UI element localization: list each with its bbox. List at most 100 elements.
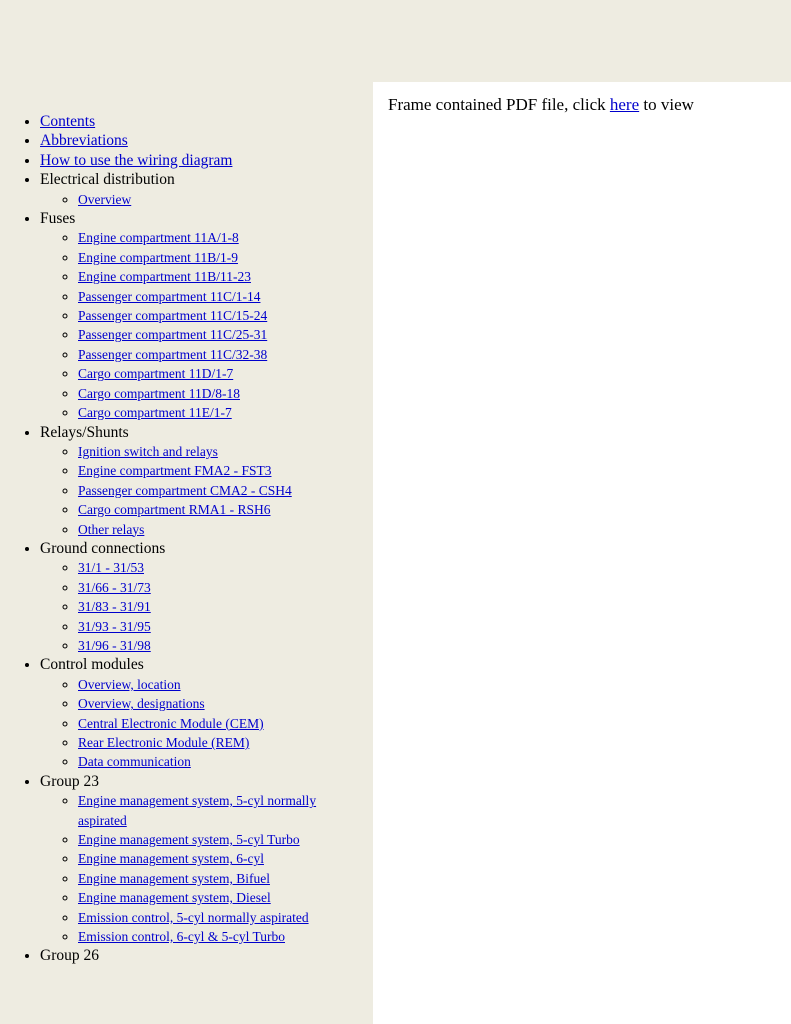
nav-subitem-31-83-31-91[interactable]: 31/83 - 31/91 — [78, 597, 365, 616]
nav-subitem-engine-management-system-5-cyl-normally-aspirated[interactable]: Engine management system, 5-cyl normally… — [78, 791, 365, 830]
nav-subitem-other-relays[interactable]: Other relays — [78, 520, 365, 539]
nav-item-label: Control modules — [40, 656, 144, 674]
nav-subitem-label[interactable]: Overview, location — [78, 677, 181, 692]
pdf-view-link[interactable]: here — [610, 95, 639, 114]
nav-subitem-emission-control-6-cyl-5-cyl-turbo[interactable]: Emission control, 6-cyl & 5-cyl Turbo — [78, 927, 365, 946]
nav-subitem-engine-compartment-11b-11-23[interactable]: Engine compartment 11B/11-23 — [78, 267, 365, 286]
nav-item-label: Fuses — [40, 210, 76, 228]
nav-subitem-engine-management-system-bifuel[interactable]: Engine management system, Bifuel — [78, 869, 365, 888]
nav-subitem-label[interactable]: Engine management system, Bifuel — [78, 871, 270, 886]
nav-subitem-passenger-compartment-11c-1-14[interactable]: Passenger compartment 11C/1-14 — [78, 287, 365, 306]
nav-subitem-engine-compartment-11a-1-8[interactable]: Engine compartment 11A/1-8 — [78, 228, 365, 247]
nav-subitem-label[interactable]: Cargo compartment 11E/1-7 — [78, 405, 232, 420]
nav-subitem-label[interactable]: 31/83 - 31/91 — [78, 599, 151, 614]
nav-item-group-26: Group 26 — [40, 946, 365, 965]
nav-subitem-label[interactable]: Cargo compartment 11D/8-18 — [78, 386, 240, 401]
nav-subitem-rear-electronic-module-rem[interactable]: Rear Electronic Module (REM) — [78, 733, 365, 752]
nav-subitem-engine-compartment-fma2-fst3[interactable]: Engine compartment FMA2 - FST3 — [78, 461, 365, 480]
nav-item-ground-connections: Ground connections 31/1 - 31/53 31/66 - 31… — [40, 539, 365, 655]
nav-item-label: Ground connections — [40, 539, 166, 557]
nav-subitem-31-1-31-53[interactable]: 31/1 - 31/53 — [78, 558, 365, 577]
nav-subitem-label[interactable]: Engine compartment 11B/1-9 — [78, 250, 238, 265]
nav-item-label: Relays/Shunts — [40, 423, 129, 441]
nav-item-label: Group 23 — [40, 772, 99, 790]
nav-subitem-cargo-compartment-11e-1-7[interactable]: Cargo compartment 11E/1-7 — [78, 403, 365, 422]
nav-subitem-label[interactable]: Passenger compartment 11C/32-38 — [78, 347, 267, 362]
nav-sublist-fuses: Engine compartment 11A/1-8 Engine compart… — [40, 228, 365, 422]
nav-item-label: Group 26 — [40, 947, 99, 965]
content-frame: Frame contained PDF file, click here to … — [373, 82, 791, 1024]
nav-subitem-label[interactable]: Cargo compartment RMA1 - RSH6 — [78, 502, 271, 517]
nav-subitem-label[interactable]: 31/1 - 31/53 — [78, 560, 144, 575]
nav-subitem-data-communication[interactable]: Data communication — [78, 752, 365, 771]
navigation-frame: Contents Abbreviations How to use the wiri… — [0, 82, 373, 1024]
nav-subitem-passenger-compartment-11c-25-31[interactable]: Passenger compartment 11C/25-31 — [78, 325, 365, 344]
nav-subitem-engine-compartment-11b-1-9[interactable]: Engine compartment 11B/1-9 — [78, 248, 365, 267]
nav-item-label: Electrical distribution — [40, 171, 175, 189]
nav-subitem-cargo-compartment-11d-1-7[interactable]: Cargo compartment 11D/1-7 — [78, 364, 365, 383]
nav-subitem-label[interactable]: 31/93 - 31/95 — [78, 619, 151, 634]
navigation-list-container: Contents Abbreviations How to use the wiri… — [0, 82, 373, 976]
nav-subitem-label[interactable]: Passenger compartment 11C/25-31 — [78, 327, 267, 342]
nav-item-fuses: FusesEngine compartment 11A/1-8Engine co… — [40, 209, 365, 422]
nav-subitem-label[interactable]: Ignition switch and relays — [78, 444, 218, 459]
top-banner — [0, 0, 791, 82]
nav-subitem-label[interactable]: Engine management system, Diesel — [78, 890, 271, 905]
nav-subitem-label[interactable]: Passenger compartment 11C/1-14 — [78, 289, 260, 304]
nav-item-label[interactable]: How to use the wiring diagram — [40, 152, 232, 169]
nav-subitem-overview-location[interactable]: Overview, location — [78, 675, 365, 694]
navigation-list: Contents Abbreviations How to use the wiri… — [12, 112, 365, 966]
nav-subitem-ignition-switch-and-relays[interactable]: Ignition switch and relays — [78, 442, 365, 461]
nav-sublist-relays-shunts: Ignition switch and relays Engine compart… — [40, 442, 365, 539]
nav-subitem-label[interactable]: Engine compartment FMA2 - FST3 — [78, 463, 271, 478]
nav-subitem-overview[interactable]: Overview — [78, 190, 365, 209]
nav-item-electrical-distribution: Electrical distribution Overview — [40, 170, 365, 209]
nav-item-contents[interactable]: Contents — [40, 112, 365, 131]
nav-subitem-31-96-31-98[interactable]: 31/96 - 31/98 — [78, 636, 365, 655]
pdf-notice-suffix: to view — [639, 95, 694, 114]
nav-subitem-emission-control-5-cyl-normally-aspirated[interactable]: Emission control, 5-cyl normally aspirat… — [78, 908, 365, 927]
nav-item-group-23: Group 23 Engine management system, 5-cyl … — [40, 772, 365, 947]
nav-subitem-label[interactable]: Overview, designations — [78, 696, 205, 711]
nav-subitem-engine-management-system-diesel[interactable]: Engine management system, Diesel — [78, 888, 365, 907]
nav-item-how-to-use-the-wiring-diagram[interactable]: How to use the wiring diagram — [40, 151, 365, 170]
nav-subitem-label[interactable]: Engine management system, 5-cyl Turbo — [78, 832, 300, 847]
pdf-notice-prefix: Frame contained PDF file, click — [388, 95, 610, 114]
nav-subitem-label[interactable]: Engine management system, 5-cyl normally… — [78, 793, 316, 827]
nav-subitem-engine-management-system-5-cyl-turbo[interactable]: Engine management system, 5-cyl Turbo — [78, 830, 365, 849]
nav-item-abbreviations[interactable]: Abbreviations — [40, 131, 365, 150]
nav-sublist-control-modules: Overview, location Overview, designations… — [40, 675, 365, 772]
nav-subitem-label[interactable]: Engine compartment 11A/1-8 — [78, 230, 239, 245]
nav-subitem-label[interactable]: Central Electronic Module (CEM) — [78, 716, 264, 731]
nav-subitem-engine-management-system-6-cyl[interactable]: Engine management system, 6-cyl — [78, 849, 365, 868]
nav-sublist-group-23: Engine management system, 5-cyl normally… — [40, 791, 365, 946]
nav-subitem-label[interactable]: Passenger compartment 11C/15-24 — [78, 308, 267, 323]
nav-subitem-31-93-31-95[interactable]: 31/93 - 31/95 — [78, 617, 365, 636]
nav-subitem-label[interactable]: Other relays — [78, 522, 144, 537]
nav-sublist-electrical-distribution: Overview — [40, 190, 365, 209]
nav-subitem-label[interactable]: Engine management system, 6-cyl — [78, 851, 264, 866]
nav-item-label[interactable]: Contents — [40, 113, 95, 130]
pdf-notice: Frame contained PDF file, click here to … — [388, 94, 694, 116]
nav-subitem-passenger-compartment-11c-15-24[interactable]: Passenger compartment 11C/15-24 — [78, 306, 365, 325]
nav-subitem-passenger-compartment-11c-32-38[interactable]: Passenger compartment 11C/32-38 — [78, 345, 365, 364]
nav-subitem-label[interactable]: Data communication — [78, 754, 191, 769]
nav-subitem-label[interactable]: Cargo compartment 11D/1-7 — [78, 366, 233, 381]
nav-sublist-ground-connections: 31/1 - 31/53 31/66 - 31/73 31/83 - 31/91 31… — [40, 558, 365, 655]
nav-subitem-label[interactable]: Passenger compartment CMA2 - CSH4 — [78, 483, 292, 498]
nav-item-label[interactable]: Abbreviations — [40, 132, 128, 149]
nav-item-control-modules: Control modulesOverview, locationOvervie… — [40, 655, 365, 771]
nav-subitem-label[interactable]: 31/66 - 31/73 — [78, 580, 151, 595]
nav-subitem-31-66-31-73[interactable]: 31/66 - 31/73 — [78, 578, 365, 597]
nav-subitem-passenger-compartment-cma2-csh4[interactable]: Passenger compartment CMA2 - CSH4 — [78, 481, 365, 500]
nav-subitem-label[interactable]: Emission control, 5-cyl normally aspirat… — [78, 910, 309, 925]
nav-subitem-label[interactable]: Rear Electronic Module (REM) — [78, 735, 249, 750]
nav-subitem-label[interactable]: Emission control, 6-cyl & 5-cyl Turbo — [78, 929, 285, 944]
nav-subitem-cargo-compartment-rma1-rsh6[interactable]: Cargo compartment RMA1 - RSH6 — [78, 500, 365, 519]
nav-subitem-central-electronic-module-cem[interactable]: Central Electronic Module (CEM) — [78, 714, 365, 733]
nav-subitem-label[interactable]: Overview — [78, 192, 131, 207]
nav-subitem-label[interactable]: Engine compartment 11B/11-23 — [78, 269, 251, 284]
nav-subitem-label[interactable]: 31/96 - 31/98 — [78, 638, 151, 653]
nav-subitem-cargo-compartment-11d-8-18[interactable]: Cargo compartment 11D/8-18 — [78, 384, 365, 403]
nav-subitem-overview-designations[interactable]: Overview, designations — [78, 694, 365, 713]
